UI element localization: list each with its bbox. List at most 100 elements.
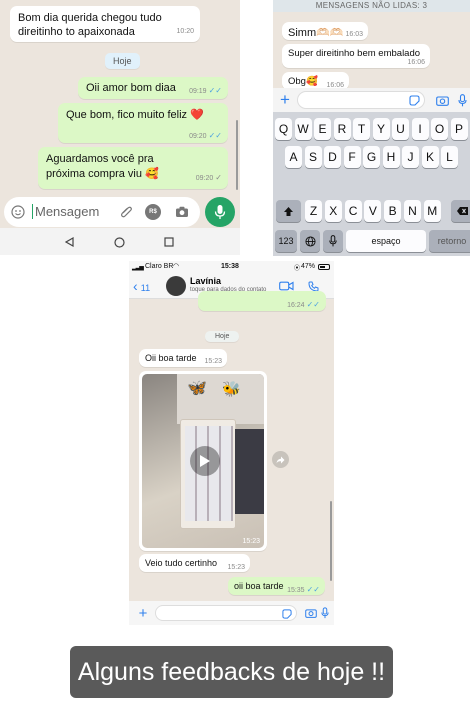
nav-recents-icon[interactable] [163, 236, 175, 248]
message-input[interactable]: Mensagem [32, 204, 99, 219]
message-bubble-outgoing: oii boa tarde 15:35 ✓✓ [228, 577, 325, 595]
key-v[interactable]: V [364, 200, 382, 222]
key-h[interactable]: H [382, 146, 400, 168]
key-p[interactable]: P [450, 118, 468, 140]
wifi-icon: ◠ [173, 263, 180, 270]
message-input[interactable] [297, 91, 425, 109]
key-m[interactable]: M [423, 200, 441, 222]
unread-messages-banner: MENSAGENS NÃO LIDAS: 3 [273, 0, 470, 12]
battery-percent: 47% [301, 263, 316, 270]
message-time: 15:35 ✓✓ [287, 585, 320, 594]
nav-back-icon[interactable] [63, 236, 75, 248]
play-button[interactable] [190, 446, 220, 476]
message-text: Veio tudo certinho [145, 558, 218, 568]
key-l[interactable]: L [441, 146, 458, 168]
message-input[interactable] [155, 605, 297, 621]
signal-icon: ▂▃▅ [132, 265, 144, 271]
key-g[interactable]: G [363, 146, 380, 168]
backspace-key[interactable] [451, 200, 470, 222]
scrollbar[interactable] [236, 120, 238, 190]
camera-icon[interactable] [304, 606, 318, 620]
read-checkmark-icon: ✓✓ [208, 131, 222, 140]
video-thumbnail[interactable]: 🦋 🐝 15:23 [142, 374, 264, 548]
mic-icon[interactable] [456, 93, 468, 107]
payment-icon[interactable]: R$ [145, 204, 161, 220]
message-text: oii boa tarde [234, 581, 284, 591]
carrier-label: Claro BR [145, 263, 174, 270]
message-text: Simm🫶🏻🫶🏻 [288, 27, 344, 39]
key-i[interactable]: I [411, 118, 429, 140]
key-a[interactable]: A [285, 146, 302, 168]
message-text: Obg🥰 [288, 76, 318, 87]
plus-icon[interactable]: + [135, 605, 151, 622]
message-time: 16:24 ✓✓ [287, 300, 320, 309]
key-r[interactable]: R [333, 118, 351, 140]
key-b[interactable]: B [384, 200, 402, 222]
key-s[interactable]: S [304, 146, 322, 168]
mic-icon [329, 235, 337, 247]
space-key[interactable]: espaço [346, 230, 426, 252]
back-button[interactable]: ‹ 11 [133, 278, 150, 294]
attach-clip-icon[interactable] [118, 204, 134, 220]
key-u[interactable]: U [392, 118, 409, 140]
android-chat-panel: Bom dia querida chegou tudo direitinho t… [0, 0, 240, 255]
key-t[interactable]: T [353, 118, 370, 140]
message-time: 16:06 [407, 59, 425, 66]
numbers-key[interactable]: 123 [275, 230, 297, 252]
message-text: Oii boa tarde [145, 353, 197, 363]
message-bubble-incoming: Bom dia querida chegou tudo direitinho t… [10, 6, 200, 42]
key-w[interactable]: W [294, 118, 312, 140]
key-z[interactable]: Z [305, 200, 322, 222]
read-checkmark-icon: ✓✓ [306, 300, 320, 309]
sticker-icon[interactable] [408, 94, 420, 106]
nav-home-icon[interactable] [113, 236, 125, 248]
scrollbar[interactable] [330, 501, 332, 581]
ios-keyboard: QWERTYUIOP ASDFGHJKL ZXCVBNM 123 espaço … [273, 112, 470, 256]
battery-icon [318, 264, 330, 270]
sticker-icon[interactable] [281, 608, 292, 619]
key-d[interactable]: D [324, 146, 341, 168]
android-nav-bar [0, 228, 240, 255]
camera-icon[interactable] [435, 93, 449, 107]
key-x[interactable]: X [324, 200, 342, 222]
forward-button[interactable] [272, 451, 289, 468]
message-time: 15:23 [242, 538, 260, 545]
key-n[interactable]: N [404, 200, 421, 222]
shift-key[interactable] [276, 200, 301, 222]
message-bubble-outgoing: Aguardamos você pra próxima compra viu 🥰… [38, 147, 228, 189]
dictation-key[interactable] [323, 230, 343, 252]
read-checkmark-icon: ✓✓ [306, 585, 320, 594]
message-bubble-outgoing: Que bom, fico muito feliz ❤️ 09:20 ✓✓ [58, 103, 228, 143]
key-f[interactable]: F [343, 146, 361, 168]
bee-icon: 🐝 [222, 381, 241, 398]
avatar[interactable] [166, 276, 186, 296]
voice-record-button[interactable] [205, 197, 235, 227]
partial-message-bubble: 16:24 ✓✓ [198, 291, 326, 311]
chat-area: Bom dia querida chegou tudo direitinho t… [0, 0, 240, 228]
emoji-icon[interactable] [10, 204, 26, 220]
video-message-bubble: 🦋 🐝 15:23 [139, 371, 267, 551]
plus-icon[interactable]: + [277, 90, 293, 109]
message-text: Bom dia querida chegou tudo direitinho t… [18, 12, 162, 38]
globe-key[interactable] [300, 230, 320, 252]
mic-icon[interactable] [319, 606, 331, 620]
message-input-bar[interactable]: Mensagem R$ [4, 197, 200, 227]
globe-icon [304, 235, 316, 247]
key-y[interactable]: Y [372, 118, 390, 140]
mic-icon [214, 205, 226, 219]
key-j[interactable]: J [402, 146, 419, 168]
camera-icon[interactable] [174, 204, 190, 220]
key-k[interactable]: K [421, 146, 439, 168]
butterfly-icon: 🦋 [187, 380, 207, 397]
key-o[interactable]: O [431, 118, 448, 140]
return-key[interactable]: retorno [429, 230, 470, 252]
contact-name[interactable]: Lavínia [190, 276, 221, 286]
story-caption: Alguns feedbacks de hoje !! [70, 646, 393, 698]
key-q[interactable]: Q [275, 118, 292, 140]
message-text: Oii amor bom diaa [86, 82, 176, 94]
message-time: 09:19 ✓✓ [189, 86, 222, 95]
key-e[interactable]: E [314, 118, 331, 140]
key-c[interactable]: C [344, 200, 362, 222]
chevron-left-icon: ‹ [133, 278, 138, 294]
message-input-row: + [273, 88, 470, 112]
